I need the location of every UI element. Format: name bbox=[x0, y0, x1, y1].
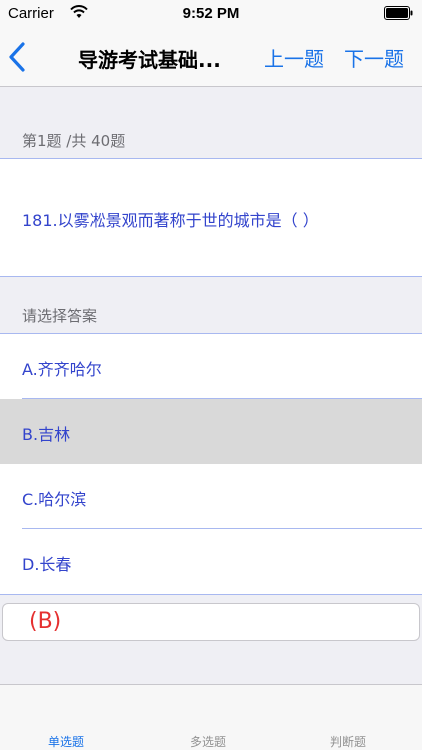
next-question-button[interactable]: 下一题 bbox=[344, 43, 404, 72]
status-bar: Carrier 9:52 PM bbox=[0, 0, 422, 28]
option-c[interactable]: C.哈尔滨 bbox=[0, 464, 422, 529]
option-label: A.齐齐哈尔 bbox=[22, 360, 102, 379]
chevron-left-icon bbox=[6, 42, 28, 78]
previous-question-button[interactable]: 上一题 bbox=[264, 43, 324, 72]
back-button[interactable] bbox=[6, 40, 36, 74]
question-progress: 第1题 /共 40题 bbox=[22, 132, 126, 150]
option-a[interactable]: A.齐齐哈尔 bbox=[0, 334, 422, 399]
tab-true-false[interactable]: 判断题 bbox=[330, 733, 366, 750]
battery-icon bbox=[384, 6, 414, 24]
question-text: 181.以雾凇景观而著称于世的城市是（ ） bbox=[22, 211, 319, 230]
answer-result-field: (B) bbox=[2, 603, 420, 641]
option-list: A.齐齐哈尔 B.吉林 C.哈尔滨 D.长春 bbox=[0, 333, 422, 595]
tab-multiple-choice[interactable]: 多选题 bbox=[190, 733, 226, 750]
option-label: D.长春 bbox=[22, 555, 72, 574]
screen: Carrier 9:52 PM 导游考试基础... 上一题 下一题 第1题 /共… bbox=[0, 0, 422, 750]
navigation-bar: 导游考试基础... 上一题 下一题 bbox=[0, 28, 422, 87]
tab-bar: 单选题 多选题 判断题 bbox=[0, 684, 422, 750]
answer-prompt: 请选择答案 bbox=[22, 307, 98, 325]
option-d[interactable]: D.长春 bbox=[0, 529, 422, 594]
status-time: 9:52 PM bbox=[182, 5, 240, 22]
question-card: 181.以雾凇景观而著称于世的城市是（ ） bbox=[0, 158, 422, 277]
page-title: 导游考试基础... bbox=[78, 48, 221, 72]
option-label: C.哈尔滨 bbox=[22, 490, 87, 509]
option-label: B.吉林 bbox=[22, 425, 71, 444]
tab-single-choice[interactable]: 单选题 bbox=[48, 733, 84, 750]
option-b[interactable]: B.吉林 bbox=[0, 399, 422, 464]
answer-result: (B) bbox=[29, 609, 62, 634]
